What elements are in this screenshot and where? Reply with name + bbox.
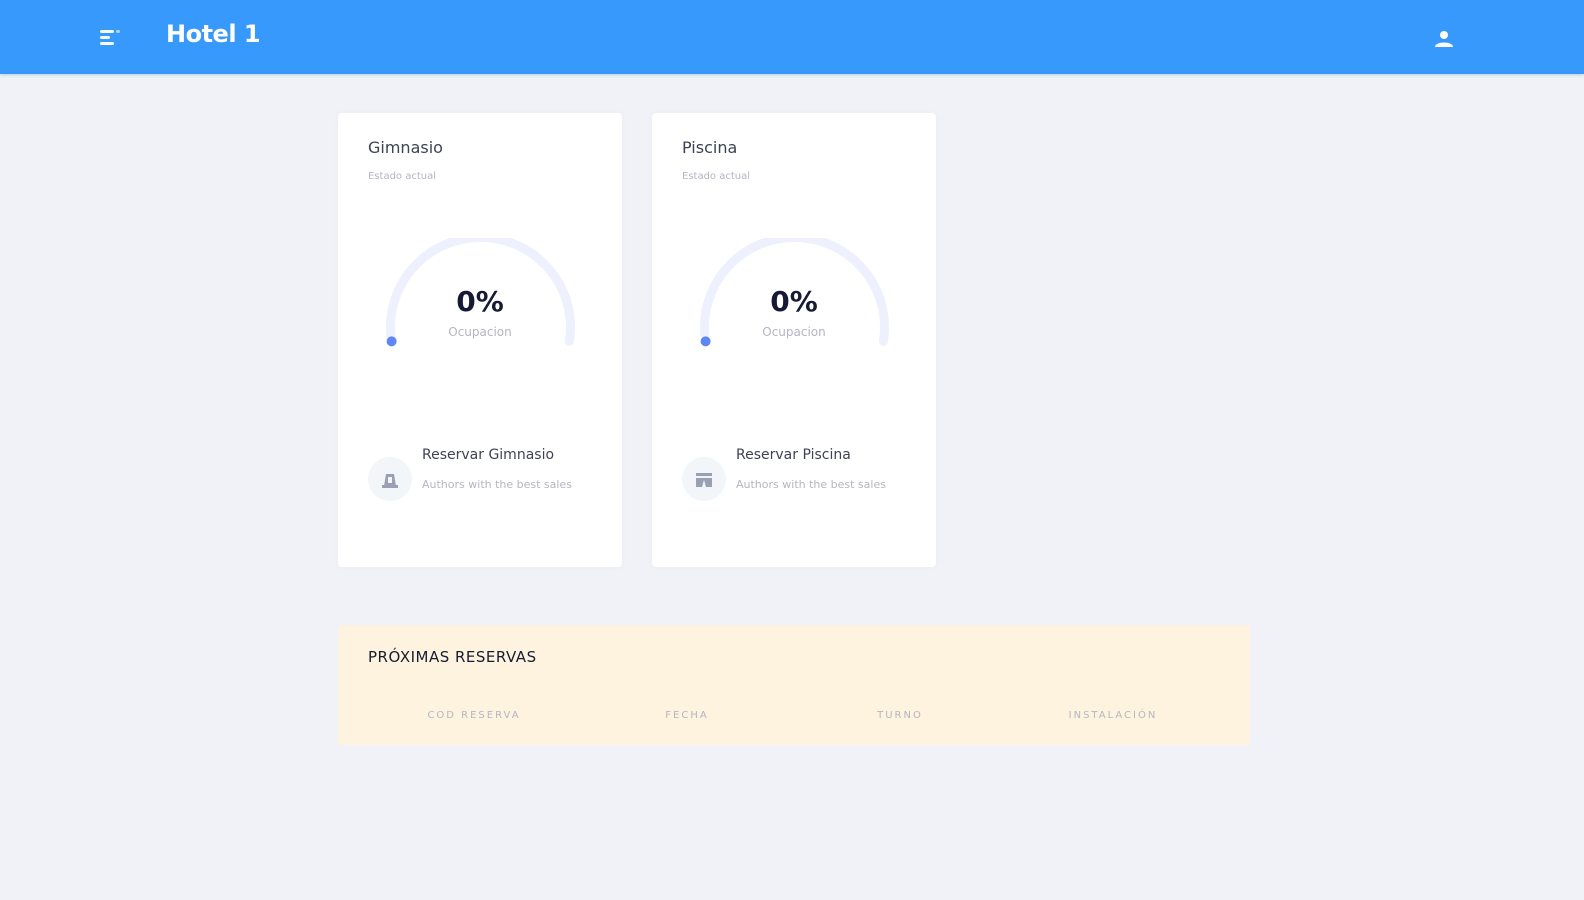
- action-title: Reservar Gimnasio: [422, 447, 555, 463]
- reserve-pool-button[interactable]: Reservar Piscina Authors with the best s…: [682, 443, 912, 513]
- gauge-value: 0%: [770, 285, 818, 318]
- user-icon[interactable]: [1432, 27, 1456, 51]
- gauge-value: 0%: [456, 285, 504, 318]
- card-title: Piscina: [682, 138, 738, 157]
- card-subtitle: Estado actual: [368, 171, 437, 182]
- card-title: Gimnasio: [368, 138, 443, 157]
- column-header-date[interactable]: FECHA: [587, 710, 787, 721]
- column-header-shift[interactable]: TURNO: [800, 710, 1000, 721]
- gym-icon: [368, 457, 412, 501]
- reserve-gym-button[interactable]: Reservar Gimnasio Authors with the best …: [368, 443, 598, 513]
- gauge-label: Ocupacion: [762, 325, 826, 339]
- section-title: PRÓXIMAS RESERVAS: [368, 648, 537, 666]
- gym-card: Gimnasio Estado actual 0% Ocupacion Rese…: [338, 113, 622, 567]
- action-title: Reservar Piscina: [736, 447, 851, 463]
- column-header-facility[interactable]: INSTALACIÓN: [1013, 710, 1213, 721]
- upcoming-reservations-panel: PRÓXIMAS RESERVAS COD RESERVA FECHA TURN…: [338, 625, 1250, 745]
- pool-card: Piscina Estado actual 0% Ocupacion Reser…: [652, 113, 936, 567]
- top-bar: Hotel 1: [0, 0, 1584, 74]
- column-header-reservation-code[interactable]: COD RESERVA: [374, 710, 574, 721]
- action-description: Authors with the best sales: [422, 478, 572, 491]
- card-subtitle: Estado actual: [682, 171, 751, 182]
- app-title: Hotel 1: [166, 20, 261, 48]
- gauge-label: Ocupacion: [448, 325, 512, 339]
- action-description: Authors with the best sales: [736, 478, 886, 491]
- menu-icon[interactable]: [98, 27, 124, 49]
- pool-icon: [682, 457, 726, 501]
